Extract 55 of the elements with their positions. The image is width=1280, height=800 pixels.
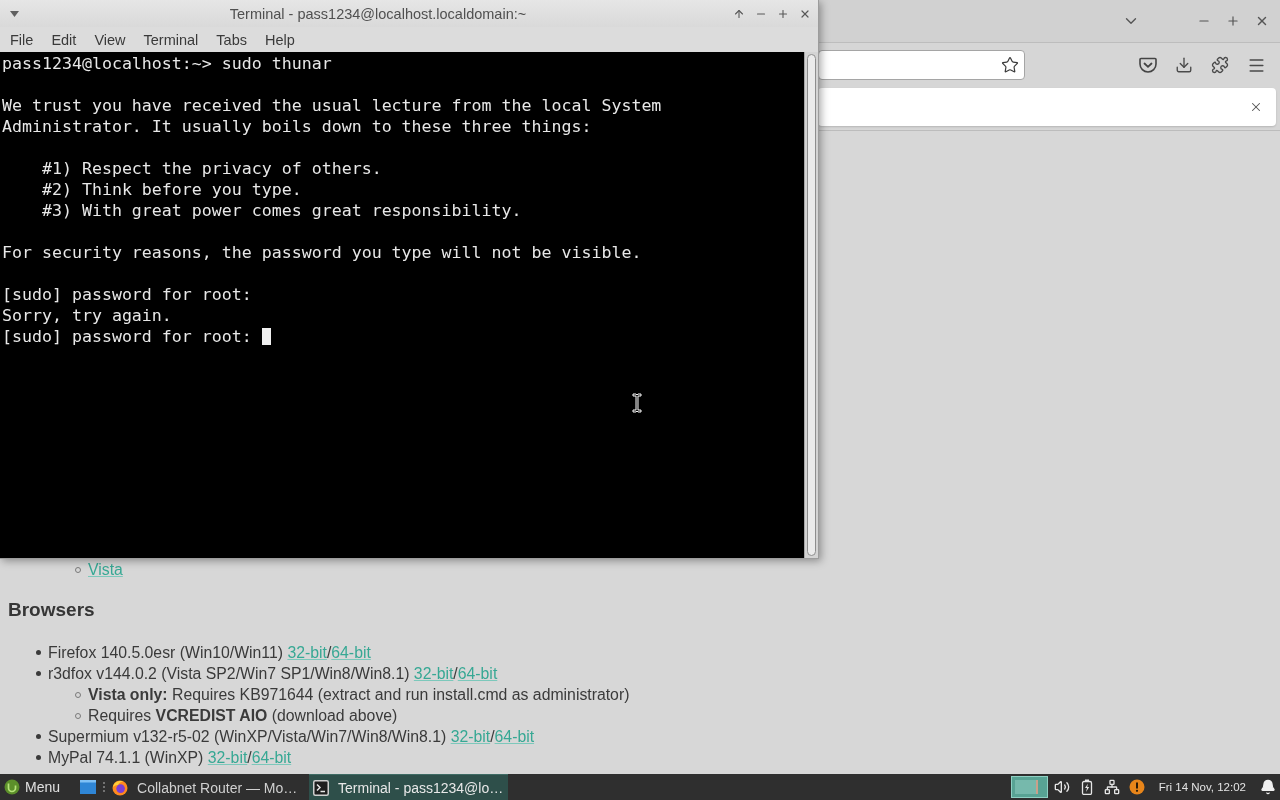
taskbar-task-button[interactable]: Collabnet Router — Mo… <box>108 774 306 800</box>
plus-icon <box>1226 14 1240 28</box>
window-title: Terminal - pass1234@localhost.localdomain:~ <box>228 5 528 22</box>
menu-item[interactable]: View <box>85 27 135 52</box>
menu-item[interactable]: Help <box>256 27 304 52</box>
list-item-text: Requires VCREDIST AIO (download above) <box>88 706 398 726</box>
desktop-icon <box>80 780 97 794</box>
terminal-line: #3) With great power comes great responsibility. <box>40 200 522 221</box>
terminal-icon <box>313 779 330 796</box>
list-item-text: MyPal 74.1.1 (WinXP) 32-bit/64-bit <box>48 748 292 768</box>
dot-bullet-icon <box>36 650 41 655</box>
menu-item[interactable]: Tabs <box>207 27 256 52</box>
terminal-line: Sorry, try again. <box>2 305 172 326</box>
arrow-up-icon <box>733 7 745 20</box>
section-heading: Browsers <box>8 598 95 622</box>
taskbar-task-button[interactable]: Terminal - pass1234@lo… <box>309 774 509 800</box>
star-icon[interactable] <box>1001 56 1019 74</box>
close-icon <box>1249 100 1263 114</box>
text-select-pointer-icon <box>632 393 642 413</box>
terminal-line: #1) Respect the privacy of others. <box>40 158 382 179</box>
menu-item[interactable]: Edit <box>42 27 86 52</box>
terminal-line: Administrator. It usually boils down to these three things: <box>2 116 592 137</box>
triangle-down-icon <box>9 10 19 17</box>
dot-bullet-icon <box>36 755 41 760</box>
network-icon[interactable] <box>1103 779 1120 795</box>
menu-item[interactable]: Terminal <box>134 27 208 52</box>
start-menu-button[interactable]: Menu <box>0 774 69 800</box>
list-item-text: Supermium v132-r5-02 (WinXP/Vista/Win7/Win8/Win8.1) 32-bit/64-bit <box>48 727 535 747</box>
menu-logo-icon <box>4 779 20 795</box>
terminal-line: [sudo] password for root: <box>2 326 252 347</box>
list-item-text: Vista only: Requires KB971644 (extract and run install.cmd as administrator) <box>88 685 630 705</box>
terminal-line: pass1234@localhost:~> sudo thunar <box>2 53 332 74</box>
list-item-text: Firefox 140.5.0esr (Win10/Win11) 32-bit/64-bit <box>48 643 371 663</box>
notification-bell-icon[interactable] <box>1260 779 1276 795</box>
pocket-icon <box>1139 56 1157 74</box>
dot-bullet-icon <box>36 734 41 739</box>
dot-bullet-icon <box>36 671 41 676</box>
clock[interactable]: Fri 14 Nov, 12:02 <box>1158 781 1246 793</box>
terminal-line: [sudo] password for root: <box>2 284 252 305</box>
list-item-text: r3dfox v144.0.2 (Vista SP2/Win7 SP1/Win8/Win8.1) 32-bit/64-bit <box>48 664 498 684</box>
browser-icon <box>112 779 129 796</box>
scrollbar[interactable] <box>804 52 818 558</box>
address-field[interactable] <box>818 50 1025 80</box>
workspace-pager[interactable] <box>1010 776 1048 798</box>
plus-icon <box>777 7 789 20</box>
terminal-line: #2) Think before you type. <box>40 179 302 200</box>
warning-icon[interactable] <box>1128 779 1145 795</box>
volume-icon[interactable] <box>1053 779 1070 795</box>
menu-item[interactable]: File <box>1 27 43 52</box>
terminal-line: For security reasons, the password you type will not be visible. <box>2 242 642 263</box>
terminal-line: We trust you have received the usual lecture from the local System <box>2 95 662 116</box>
drag-handle-icon <box>102 781 107 793</box>
puzzle-icon <box>1211 56 1229 74</box>
download-icon <box>1175 56 1193 74</box>
close-icon <box>1255 14 1269 28</box>
